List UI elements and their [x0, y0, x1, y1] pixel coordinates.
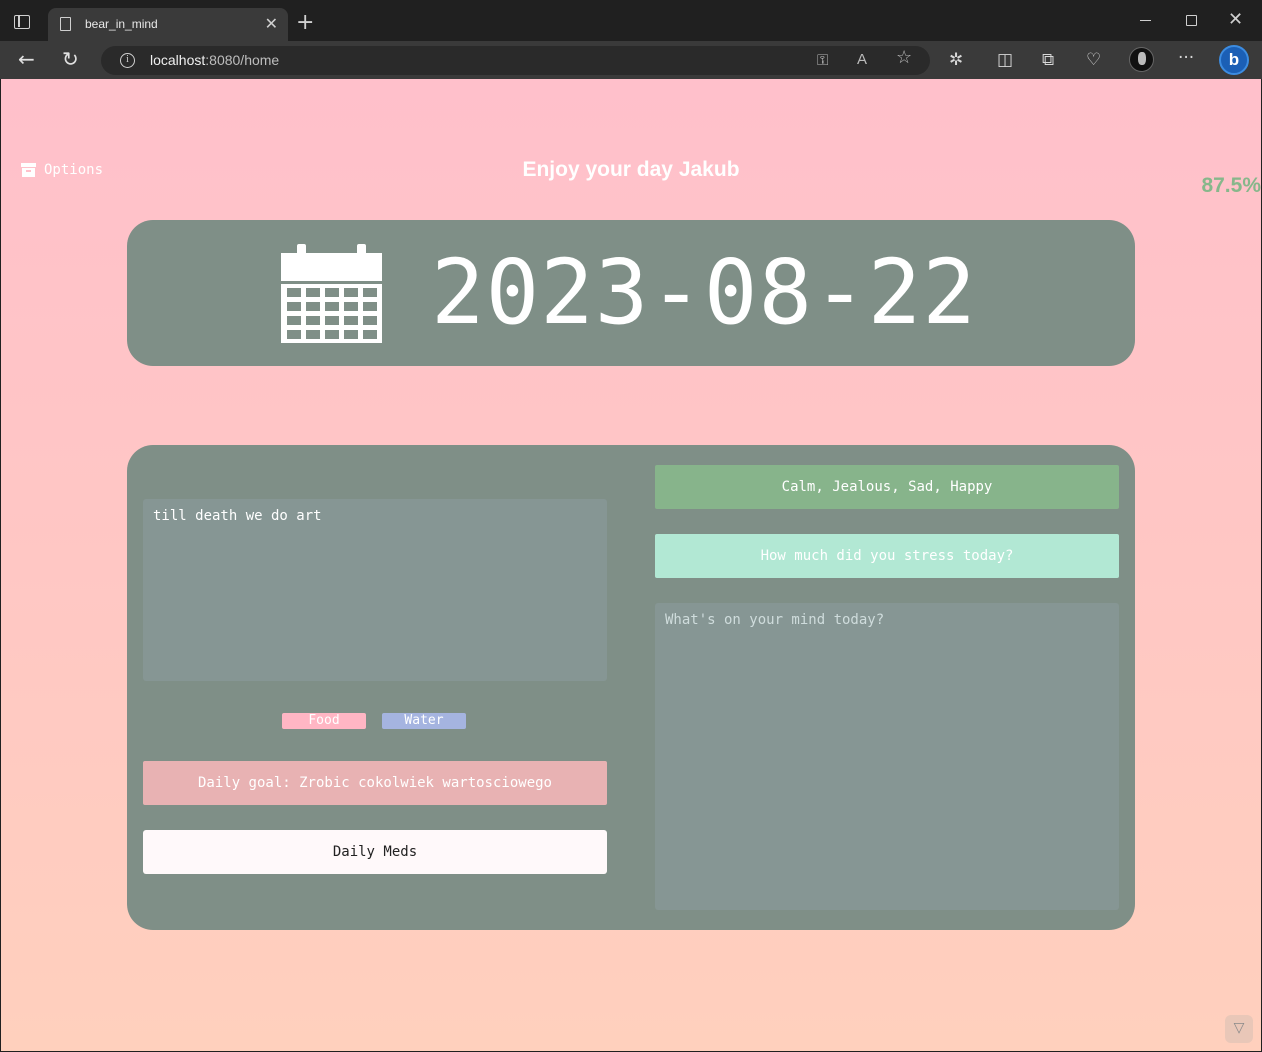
read-aloud-icon[interactable]: A — [857, 51, 867, 69]
tab-title: bear_in_mind — [85, 17, 158, 31]
quote-text-area[interactable]: till death we do art — [143, 499, 607, 681]
close-tab-icon[interactable]: ✕ — [265, 14, 278, 34]
stress-prompt-bar[interactable]: How much did you stress today? — [655, 534, 1119, 578]
browser-toolbar: ← ↻ i localhost:8080/home ⚿ A ☆ ✲ ◫ ⧉ ♡ … — [0, 41, 1262, 79]
tab-actions-icon[interactable] — [14, 15, 30, 29]
url-host: localhost — [150, 52, 206, 68]
bing-icon[interactable]: b — [1219, 45, 1249, 75]
collections-icon[interactable]: ⧉ — [1042, 49, 1054, 71]
window-close-icon[interactable]: ✕ — [1228, 9, 1243, 31]
url-text[interactable]: localhost:8080/home — [150, 52, 279, 68]
split-screen-icon[interactable]: ◫ — [997, 49, 1013, 71]
main-card: till death we do art Food Water Daily go… — [127, 445, 1135, 930]
new-tab-icon[interactable]: + — [296, 12, 314, 34]
site-info-icon[interactable]: i — [120, 53, 135, 68]
url-path: :8080/home — [205, 52, 280, 68]
journal-input[interactable] — [655, 603, 1119, 910]
daily-goal-bar[interactable]: Daily goal: Zrobic cokolwiek wartosciowe… — [143, 761, 607, 805]
profile-avatar[interactable] — [1129, 47, 1154, 72]
page-icon — [60, 17, 71, 31]
water-tag-button[interactable]: Water — [382, 713, 466, 729]
date-card: 2023-08-22 — [127, 220, 1135, 366]
address-bar[interactable]: i localhost:8080/home ⚿ A ☆ — [101, 46, 930, 75]
browser-tab[interactable]: bear_in_mind ✕ — [48, 8, 288, 41]
food-tag-button[interactable]: Food — [282, 713, 366, 729]
greeting-title: Enjoy your day Jakub — [522, 158, 740, 181]
browser-tab-bar: bear_in_mind ✕ + ✕ — [0, 0, 1262, 41]
daily-meds-button[interactable]: Daily Meds — [143, 830, 607, 874]
health-icon[interactable]: ♡ — [1086, 49, 1101, 71]
more-icon[interactable]: ··· — [1178, 47, 1194, 69]
key-icon[interactable]: ⚿ — [817, 51, 828, 69]
current-date: 2023-08-22 — [431, 240, 977, 344]
favorite-icon[interactable]: ☆ — [896, 49, 912, 67]
moods-bar[interactable]: Calm, Jealous, Sad, Happy — [655, 465, 1119, 509]
progress-percent: 87.5% — [1201, 174, 1261, 197]
widget-icon[interactable]: ▽ — [1225, 1015, 1253, 1043]
reload-icon[interactable]: ↻ — [62, 48, 79, 70]
page-viewport: Options Enjoy your day Jakub 87.5% 2023-… — [1, 79, 1261, 1051]
extensions-icon[interactable]: ✲ — [949, 49, 963, 71]
maximize-icon[interactable] — [1186, 15, 1197, 26]
minimize-icon[interactable] — [1140, 20, 1151, 21]
back-icon[interactable]: ← — [18, 49, 35, 69]
calendar-icon — [281, 244, 382, 343]
